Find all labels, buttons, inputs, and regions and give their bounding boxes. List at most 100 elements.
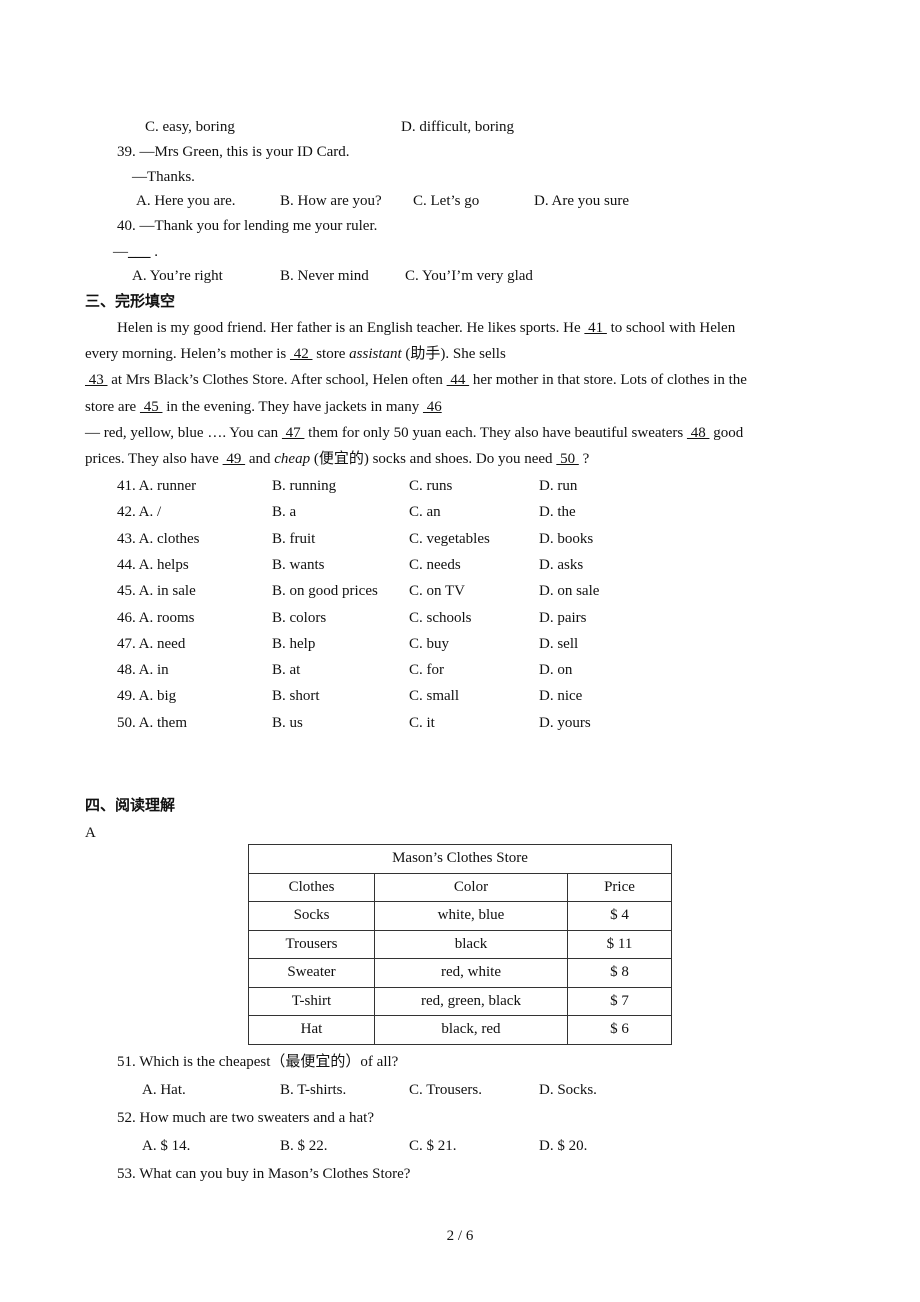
cloze-option: B. wants — [272, 556, 325, 573]
cloze-text: (助手). She sells — [401, 346, 506, 362]
q51-prompt: 51. Which is the cheapest（最便宜的）of all? — [117, 1054, 399, 1070]
cloze-text: ? — [578, 451, 590, 467]
cloze-option: 47. A. need — [117, 635, 186, 652]
cloze-option: B. help — [272, 635, 316, 652]
cloze-text: in the evening. They have jackets in man… — [162, 399, 423, 415]
q39-option-c: C. Let’s go — [413, 193, 480, 209]
cell-price: $ 6 — [567, 1015, 672, 1045]
store-table: Mason’s Clothes Store Clothes Color Pric… — [248, 844, 672, 1045]
cloze-option: C. small — [409, 688, 460, 705]
cloze-line-2: every morning. Helen’s mother is 42 stor… — [85, 344, 506, 364]
cloze-option: C. on TV — [409, 583, 465, 600]
cloze-option: D. nice — [539, 688, 583, 705]
cloze-line-1: Helen is my good friend. Her father is a… — [117, 318, 735, 338]
cloze-option: 42. A. / — [117, 504, 162, 521]
cell-color: black, red — [374, 1015, 568, 1045]
cloze-option: C. an — [409, 504, 441, 521]
q40-blank: ___ — [128, 244, 151, 260]
cloze-option: C. schools — [409, 609, 472, 626]
q39-reply: —Thanks. — [132, 169, 195, 185]
cloze-option: B. on good prices — [272, 583, 378, 600]
q52-option-d: D. $ 20. — [539, 1138, 588, 1154]
table-title: Mason’s Clothes Store — [248, 844, 672, 874]
cloze-text: her mother in that store. Lots of clothe… — [469, 372, 747, 388]
blank-47: 47 — [281, 425, 305, 441]
cloze-option: B. running — [272, 478, 337, 494]
blank-50: 50 — [556, 451, 579, 467]
cloze-line-4: store are 45 in the evening. They have j… — [85, 397, 442, 417]
blank-48: 48 — [686, 425, 710, 441]
cloze-text: good — [709, 425, 744, 441]
cell-clothes: Sweater — [248, 958, 375, 988]
q39-option-b: B. How are you? — [280, 193, 382, 209]
q40-reply-end: . — [150, 244, 158, 260]
cloze-text: and — [245, 451, 275, 467]
cell-price: $ 8 — [567, 958, 672, 988]
blank-49: 49 — [222, 451, 246, 467]
cloze-italic-word: cheap — [274, 451, 311, 467]
q40-option-c: C. You’I’m very glad — [405, 268, 533, 284]
cloze-option: B. at — [272, 662, 301, 679]
cloze-line-5: — red, yellow, blue …. You can 47 them f… — [85, 423, 743, 443]
cloze-text: prices. They also have — [85, 451, 223, 467]
q52-option-a: A. $ 14. — [142, 1138, 191, 1154]
table-row: Socks white, blue $ 4 — [248, 901, 672, 931]
cloze-option: B. fruit — [272, 530, 316, 547]
cell-clothes: Socks — [248, 901, 375, 931]
cloze-option: B. us — [272, 714, 303, 731]
cloze-italic-word: assistant — [349, 346, 402, 362]
cloze-option: 49. A. big — [117, 688, 177, 705]
table-row: Sweater red, white $ 8 — [248, 958, 672, 988]
cloze-option: D. on sale — [539, 583, 600, 600]
q39-prompt: 39. —Mrs Green, this is your ID Card. — [117, 144, 350, 160]
q51-option-a: A. Hat. — [142, 1082, 186, 1098]
blank-45: 45 — [139, 399, 163, 415]
q40-reply-dash: — — [113, 244, 128, 260]
table-row: T-shirt red, green, black $ 7 — [248, 986, 672, 1016]
cloze-option: C. needs — [409, 556, 461, 573]
cloze-text: every morning. Helen’s mother is — [85, 346, 290, 362]
cell-color: red, white — [374, 958, 568, 988]
cloze-option: 41. A. runner — [117, 478, 197, 494]
cell-color: white, blue — [374, 901, 568, 931]
cloze-option: C. for — [409, 662, 444, 679]
cloze-text: (便宜的) socks and shoes. Do you need — [310, 451, 557, 467]
cell-clothes: Trousers — [248, 929, 375, 959]
q51-option-c: C. Trousers. — [409, 1082, 482, 1098]
header-price: Price — [567, 872, 672, 902]
cloze-line-6: prices. They also have 49 and cheap (便宜的… — [85, 449, 589, 469]
cloze-option: 44. A. helps — [117, 556, 189, 573]
cloze-option: D. on — [539, 662, 573, 679]
section-4-heading: 四、阅读理解 — [85, 796, 176, 814]
cloze-option: C. buy — [409, 635, 450, 652]
cloze-option: D. yours — [539, 714, 591, 731]
page-number: 2 / 6 — [446, 1228, 474, 1244]
q39-option-d: D. Are you sure — [534, 193, 629, 209]
cloze-option: B. a — [272, 504, 297, 521]
cell-color: black — [374, 929, 568, 959]
section-3-heading: 三、完形填空 — [85, 292, 176, 310]
cloze-text: at Mrs Black’s Clothes Store. After scho… — [107, 372, 447, 388]
cloze-option: C. runs — [409, 478, 453, 494]
cell-price: $ 4 — [567, 901, 672, 931]
q52-option-c: C. $ 21. — [409, 1138, 457, 1154]
cloze-option: D. asks — [539, 556, 584, 573]
cloze-text: store — [312, 346, 350, 362]
cloze-option: 45. A. in sale — [117, 583, 196, 600]
header-clothes: Clothes — [248, 872, 375, 902]
cloze-option: D. books — [539, 530, 594, 547]
cloze-option: C. vegetables — [409, 530, 490, 547]
q40-option-a: A. You’re right — [132, 268, 223, 284]
cloze-option: B. colors — [272, 609, 327, 626]
blank-44: 44 — [446, 372, 470, 388]
cloze-option: D. sell — [539, 635, 579, 652]
cloze-option: C. it — [409, 714, 435, 731]
q53-prompt: 53. What can you buy in Mason’s Clothes … — [117, 1166, 411, 1182]
q40-prompt: 40. —Thank you for lending me your ruler… — [117, 218, 378, 234]
cloze-option: 48. A. in — [117, 662, 169, 679]
cloze-option: D. pairs — [539, 609, 587, 626]
cloze-option: D. the — [539, 504, 576, 521]
cloze-option: 46. A. rooms — [117, 609, 195, 626]
cloze-text: Helen is my good friend. Her father is a… — [117, 320, 585, 336]
table-row: Hat black, red $ 6 — [248, 1015, 672, 1045]
